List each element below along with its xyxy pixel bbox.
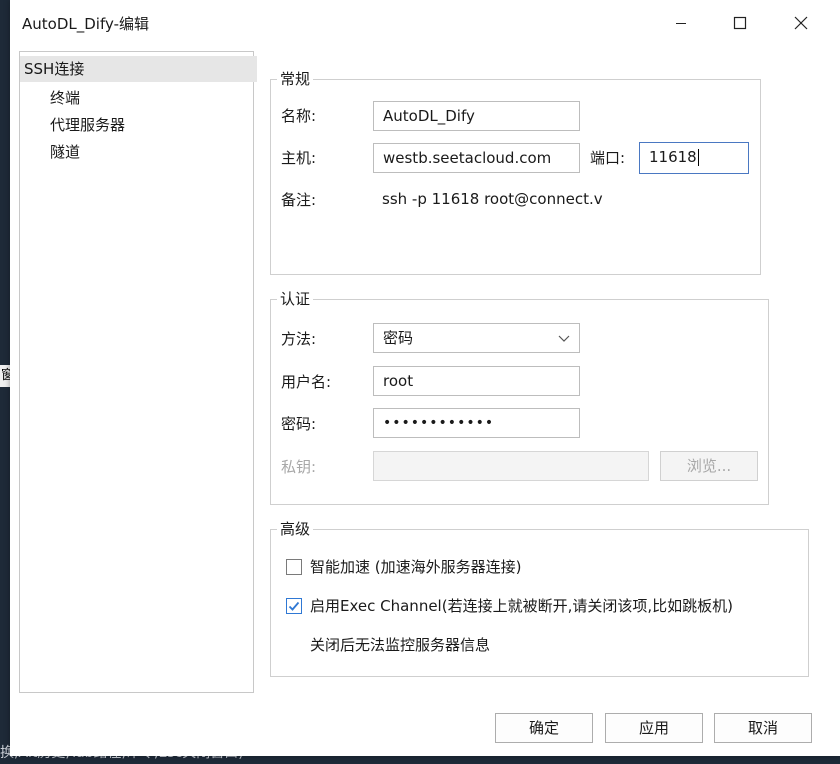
minimize-button[interactable] xyxy=(658,0,704,46)
port-input[interactable]: 11618 xyxy=(639,142,749,174)
password-label: 密码: xyxy=(281,415,317,433)
settings-nav-tree: SSH连接 终端 代理服务器 隧道 xyxy=(19,51,257,693)
password-input[interactable]: •••••••••••• xyxy=(373,408,580,438)
maximize-button[interactable] xyxy=(717,0,763,46)
close-button[interactable] xyxy=(778,0,824,46)
username-input[interactable]: root xyxy=(373,366,580,396)
auth-method-select[interactable]: 密码 xyxy=(373,323,580,353)
private-key-label: 私钥: xyxy=(281,458,317,476)
advanced-legend: 高级 xyxy=(277,519,314,539)
nav-item-terminal[interactable]: 终端 xyxy=(20,85,80,111)
maximize-icon xyxy=(733,16,747,30)
apply-button[interactable]: 应用 xyxy=(605,713,703,743)
note-textarea[interactable]: ssh -p 11618 root@connect.v xyxy=(373,184,621,254)
exec-channel-note: 关闭后无法监控服务器信息 xyxy=(310,636,491,654)
auth-method-value: 密码 xyxy=(383,329,414,347)
checkmark-icon xyxy=(288,601,300,611)
general-legend: 常规 xyxy=(277,69,314,89)
smart-accel-label[interactable]: 智能加速 (加速海外服务器连接) xyxy=(310,557,521,577)
chevron-down-icon xyxy=(558,335,570,342)
auth-legend: 认证 xyxy=(277,289,314,309)
window-title: AutoDL_Dify-编辑 xyxy=(22,15,149,33)
title-bar: AutoDL_Dify-编辑 xyxy=(10,0,840,46)
exec-channel-label[interactable]: 启用Exec Channel(若连接上就被断开,请关闭该项,比如跳板机) xyxy=(310,596,733,616)
nav-item-tunnel[interactable]: 隧道 xyxy=(20,139,80,165)
minimize-icon xyxy=(676,23,686,24)
host-input[interactable]: westb.seetacloud.com xyxy=(373,143,580,173)
cancel-button[interactable]: 取消 xyxy=(714,713,812,743)
edit-session-dialog: AutoDL_Dify-编辑 SSH连接 终端 代理服务器 隧道 常规 名称: … xyxy=(10,0,840,756)
host-label: 主机: xyxy=(281,149,317,167)
text-caret xyxy=(697,149,699,166)
nav-item-ssh[interactable]: SSH连接 xyxy=(20,56,257,82)
smart-accel-checkbox[interactable] xyxy=(286,559,302,575)
name-label: 名称: xyxy=(281,107,317,125)
note-label: 备注: xyxy=(281,191,317,209)
browse-button[interactable]: 浏览... xyxy=(660,451,758,481)
port-label: 端口: xyxy=(590,149,626,167)
name-input[interactable]: AutoDL_Dify xyxy=(373,101,580,131)
username-label: 用户名: xyxy=(281,373,332,391)
method-label: 方法: xyxy=(281,330,317,348)
close-icon xyxy=(794,16,808,30)
nav-item-proxy[interactable]: 代理服务器 xyxy=(20,112,125,138)
ok-button[interactable]: 确定 xyxy=(495,713,593,743)
exec-channel-checkbox[interactable] xyxy=(286,598,302,614)
private-key-input[interactable] xyxy=(373,451,649,481)
port-value: 11618 xyxy=(649,148,697,166)
